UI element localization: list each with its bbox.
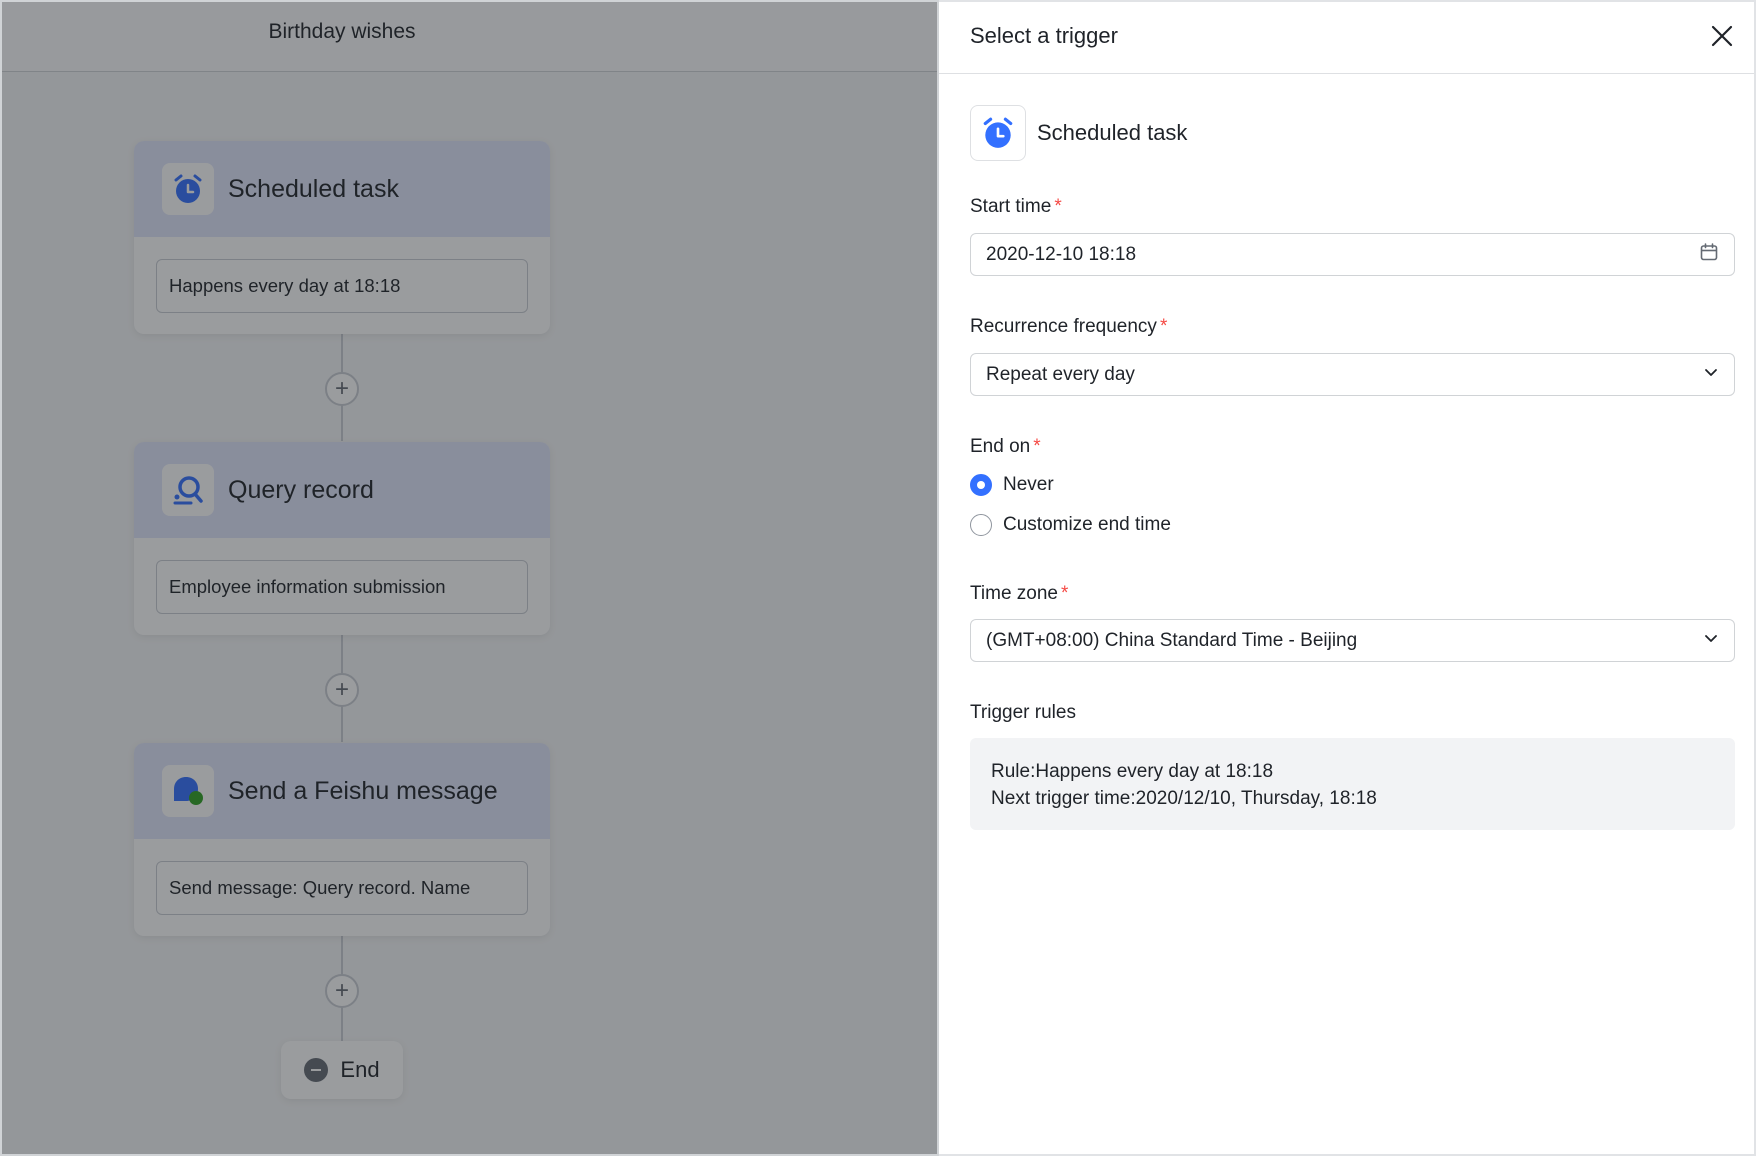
chevron-down-icon xyxy=(1703,630,1719,652)
radio-customize-end-time[interactable]: Customize end time xyxy=(970,514,1171,536)
end-on-label: End on * xyxy=(970,436,1041,458)
start-time-value: 2020-12-10 18:18 xyxy=(986,243,1137,265)
workflow-node-scheduled-task[interactable]: Scheduled task Happens every day at 18:1… xyxy=(134,141,550,334)
radio-button[interactable] xyxy=(970,514,992,536)
add-step-button[interactable]: + xyxy=(325,673,359,707)
next-trigger-text: Next trigger time:2020/12/10, Thursday, … xyxy=(991,788,1377,809)
label-text: Recurrence frequency xyxy=(970,316,1157,337)
required-mark: * xyxy=(1159,316,1168,337)
required-mark: * xyxy=(1061,583,1069,604)
trigger-type: Scheduled task xyxy=(970,105,1187,161)
close-icon[interactable] xyxy=(1708,22,1736,50)
end-label: End xyxy=(340,1057,380,1082)
query-record-icon xyxy=(162,464,214,516)
radio-label: Never xyxy=(1003,474,1054,495)
end-node: End xyxy=(281,1041,403,1099)
node-title: Query record xyxy=(228,475,374,504)
node-title: Scheduled task xyxy=(228,174,399,203)
workflow-node-query-record[interactable]: Query record Employee information submis… xyxy=(134,442,550,635)
recurrence-select[interactable]: Repeat every day xyxy=(970,353,1735,396)
workflow-title: Birthday wishes xyxy=(268,20,416,43)
time-zone-label: Time zone * xyxy=(970,583,1068,605)
node-header: Scheduled task xyxy=(134,141,550,237)
recurrence-value: Repeat every day xyxy=(986,363,1135,385)
required-mark: * xyxy=(1054,196,1062,217)
start-time-label: Start time * xyxy=(970,196,1062,218)
drawer-title: Select a trigger xyxy=(970,23,1118,48)
rule-text: Rule:Happens every day at 18:18 xyxy=(991,761,1274,782)
label-text: End on xyxy=(970,436,1031,457)
trigger-type-name: Scheduled task xyxy=(1037,120,1188,145)
time-zone-value: (GMT+08:00) China Standard Time - Beijin… xyxy=(986,629,1358,651)
node-description: Employee information submission xyxy=(156,560,528,614)
calendar-icon[interactable] xyxy=(1699,242,1719,268)
node-header: Send a Feishu message xyxy=(134,743,550,839)
add-step-button[interactable]: + xyxy=(325,372,359,406)
trigger-rules-box: Rule:Happens every day at 18:18 Next tri… xyxy=(970,738,1735,830)
radio-label: Customize end time xyxy=(1003,514,1171,535)
required-mark: * xyxy=(1033,436,1041,457)
radio-never[interactable]: Never xyxy=(970,474,1054,496)
add-step-button[interactable]: + xyxy=(325,974,359,1008)
workflow-canvas: Birthday wishes Scheduled task Happens e… xyxy=(0,0,939,1156)
radio-button-checked[interactable] xyxy=(970,474,992,496)
label-text: Start time xyxy=(970,196,1052,217)
node-description: Send message: Query record. Name xyxy=(156,861,528,915)
trigger-drawer: Select a trigger Scheduled task Start ti… xyxy=(939,0,1756,1156)
drawer-header: Select a trigger xyxy=(939,2,1754,74)
trigger-rules-label: Trigger rules xyxy=(970,702,1076,723)
time-zone-select[interactable]: (GMT+08:00) China Standard Time - Beijin… xyxy=(970,619,1735,662)
alarm-clock-icon xyxy=(162,163,214,215)
node-description: Happens every day at 18:18 xyxy=(156,259,528,313)
chevron-down-icon xyxy=(1703,364,1719,386)
alarm-clock-icon xyxy=(970,105,1026,161)
recurrence-label: Recurrence frequency * xyxy=(970,316,1167,338)
label-text: Time zone xyxy=(970,583,1058,604)
canvas-header: Birthday wishes xyxy=(2,2,937,72)
start-time-input[interactable]: 2020-12-10 18:18 xyxy=(970,233,1735,276)
workflow-node-send-message[interactable]: Send a Feishu message Send message: Quer… xyxy=(134,743,550,936)
message-bubble-icon xyxy=(162,765,214,817)
node-header: Query record xyxy=(134,442,550,538)
end-icon xyxy=(304,1058,329,1082)
node-title: Send a Feishu message xyxy=(228,776,498,805)
